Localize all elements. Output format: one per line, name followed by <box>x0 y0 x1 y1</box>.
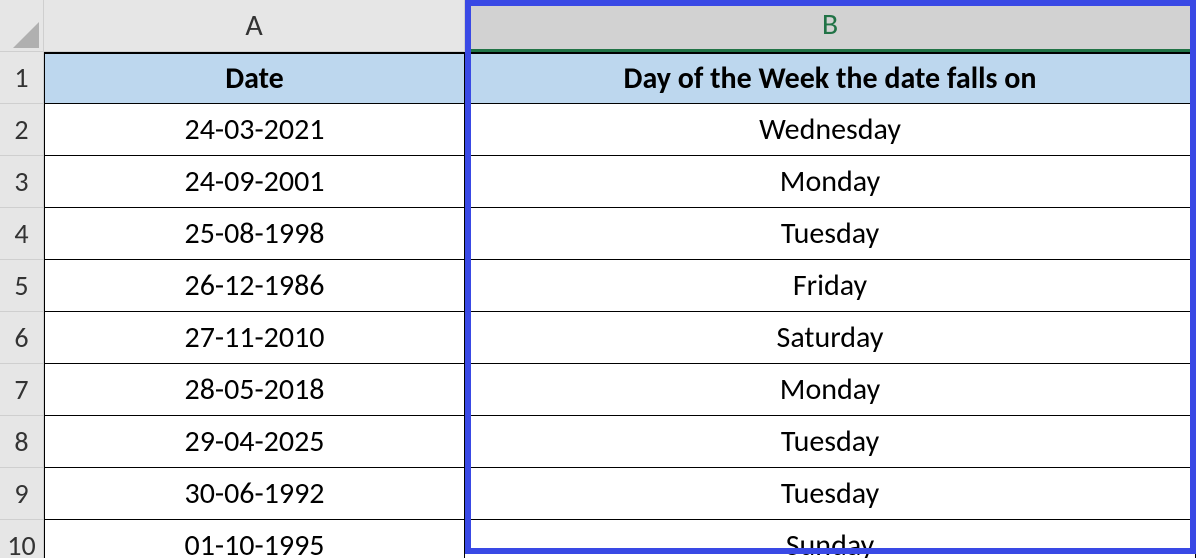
cell-B2[interactable]: Wednesday <box>465 104 1196 156</box>
cell-A8[interactable]: 29-04-2025 <box>44 416 465 468</box>
row-header-8[interactable]: 8 <box>0 416 44 468</box>
spreadsheet-grid[interactable]: A B 1 Date Day of the Week the date fall… <box>0 0 1196 558</box>
cell-B10[interactable]: Sunday <box>465 520 1196 558</box>
row-header-9[interactable]: 9 <box>0 468 44 520</box>
cell-A6[interactable]: 27-11-2010 <box>44 312 465 364</box>
cell-A3[interactable]: 24-09-2001 <box>44 156 465 208</box>
header-cell-date[interactable]: Date <box>44 52 465 104</box>
cell-A7[interactable]: 28-05-2018 <box>44 364 465 416</box>
row-header-10[interactable]: 10 <box>0 520 44 558</box>
column-header-A[interactable]: A <box>44 0 465 52</box>
row-header-2[interactable]: 2 <box>0 104 44 156</box>
cell-B8[interactable]: Tuesday <box>465 416 1196 468</box>
header-cell-day[interactable]: Day of the Week the date falls on <box>465 52 1196 104</box>
cell-B9[interactable]: Tuesday <box>465 468 1196 520</box>
select-all-corner[interactable] <box>0 0 44 52</box>
cell-A5[interactable]: 26-12-1986 <box>44 260 465 312</box>
cell-B5[interactable]: Friday <box>465 260 1196 312</box>
row-header-1[interactable]: 1 <box>0 52 44 104</box>
row-header-6[interactable]: 6 <box>0 312 44 364</box>
cell-A10[interactable]: 01-10-1995 <box>44 520 465 558</box>
row-header-3[interactable]: 3 <box>0 156 44 208</box>
row-header-5[interactable]: 5 <box>0 260 44 312</box>
column-header-B[interactable]: B <box>465 0 1196 52</box>
cell-B3[interactable]: Monday <box>465 156 1196 208</box>
cell-A2[interactable]: 24-03-2021 <box>44 104 465 156</box>
cell-B4[interactable]: Tuesday <box>465 208 1196 260</box>
cell-A9[interactable]: 30-06-1992 <box>44 468 465 520</box>
cell-A4[interactable]: 25-08-1998 <box>44 208 465 260</box>
cell-B6[interactable]: Saturday <box>465 312 1196 364</box>
row-header-7[interactable]: 7 <box>0 364 44 416</box>
row-header-4[interactable]: 4 <box>0 208 44 260</box>
cell-B7[interactable]: Monday <box>465 364 1196 416</box>
